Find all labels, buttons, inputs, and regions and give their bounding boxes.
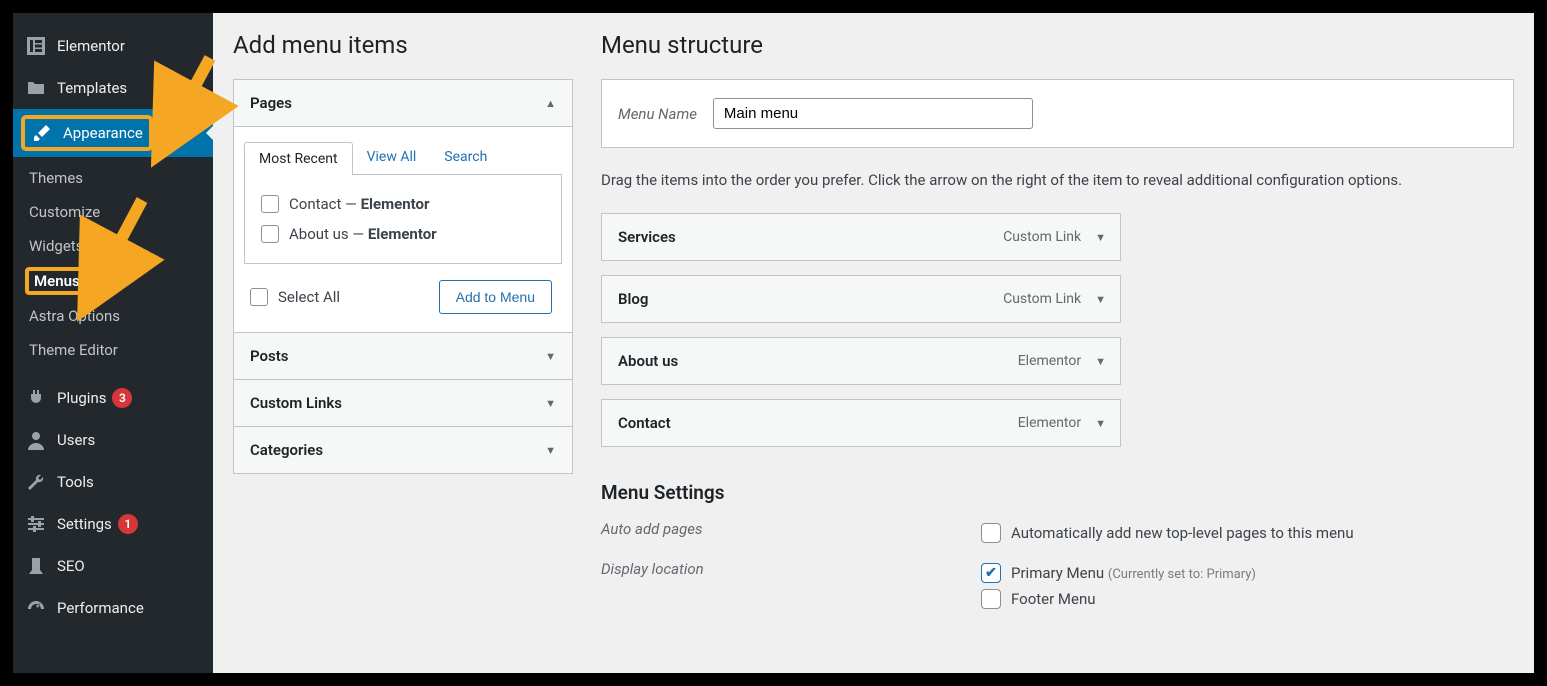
sidebar-item-label: Tools: [57, 473, 94, 491]
sidebar-sub-astra[interactable]: Astra Options: [13, 299, 213, 333]
folder-icon: [25, 77, 47, 99]
accordion-title: Pages: [250, 94, 292, 112]
menu-name-input[interactable]: [713, 98, 1033, 129]
menu-item-contact[interactable]: Contact Elementor ▼: [601, 399, 1121, 447]
sidebar-item-plugins[interactable]: Plugins 3: [13, 377, 213, 419]
elementor-icon: [25, 35, 47, 57]
menu-item-blog[interactable]: Blog Custom Link ▼: [601, 275, 1121, 323]
footer-menu-label: Footer Menu: [1011, 590, 1096, 608]
page-item-about-us[interactable]: About us — Elementor: [257, 219, 549, 249]
sidebar-item-label: SEO: [57, 557, 85, 575]
primary-menu-note: (Currently set to: Primary): [1108, 567, 1256, 582]
sidebar-item-label: Users: [57, 431, 95, 449]
admin-sidebar: Elementor Templates Appearance Themes Cu…: [13, 13, 213, 673]
accordion-title: Custom Links: [250, 394, 342, 412]
menu-name-row: Menu Name: [601, 79, 1514, 148]
add-menu-accordion: Pages ▲ Most Recent View All Search C: [233, 79, 573, 474]
checkbox-footer-menu[interactable]: [981, 589, 1001, 609]
pages-tabs: Most Recent View All Search: [244, 141, 562, 174]
page-item-contact[interactable]: Contact — Elementor: [257, 189, 549, 219]
menu-settings-title: Menu Settings: [601, 481, 1514, 504]
sidebar-item-label: Elementor: [57, 37, 125, 55]
menu-name-label: Menu Name: [618, 105, 697, 123]
menu-instructions: Drag the items into the order you prefer…: [601, 170, 1514, 191]
sidebar-item-users[interactable]: Users: [13, 419, 213, 461]
pages-tab-panel: Contact — Elementor About us — Elementor: [244, 174, 562, 264]
tab-most-recent[interactable]: Most Recent: [244, 142, 353, 175]
add-menu-items-column: Add menu items Pages ▲ Most Recent View …: [233, 31, 573, 655]
menu-item-services[interactable]: Services Custom Link ▼: [601, 213, 1121, 261]
menu-item-type: Elementor: [1018, 353, 1081, 369]
tab-search[interactable]: Search: [430, 141, 501, 174]
chevron-down-icon: ▼: [545, 350, 556, 363]
settings-row-auto-add: Auto add pages Automatically add new top…: [601, 520, 1514, 546]
user-icon: [25, 429, 47, 451]
wrench-icon: [25, 471, 47, 493]
menu-structure-title: Menu structure: [601, 31, 1514, 59]
gauge-icon: [25, 597, 47, 619]
chevron-down-icon[interactable]: ▼: [1095, 417, 1106, 430]
menu-item-type: Custom Link: [1003, 229, 1081, 245]
select-all-label: Select All: [278, 288, 340, 306]
sidebar-item-label: Templates: [57, 79, 127, 97]
primary-menu-label: Primary Menu: [1011, 564, 1104, 582]
sidebar-item-label: Plugins: [57, 389, 106, 407]
chevron-down-icon[interactable]: ▼: [1095, 355, 1106, 368]
chevron-down-icon: ▼: [545, 397, 556, 410]
checkbox-primary-menu[interactable]: [981, 563, 1001, 583]
sidebar-item-appearance[interactable]: Appearance: [13, 109, 213, 157]
sidebar-item-seo[interactable]: SEO: [13, 545, 213, 587]
brush-icon: [31, 122, 53, 144]
menu-item-about-us[interactable]: About us Elementor ▼: [601, 337, 1121, 385]
sidebar-item-settings[interactable]: Settings 1: [13, 503, 213, 545]
chevron-down-icon: ▼: [545, 444, 556, 457]
accordion-header-pages[interactable]: Pages ▲: [234, 80, 572, 126]
checkbox-select-all[interactable]: [250, 288, 268, 306]
sidebar-item-tools[interactable]: Tools: [13, 461, 213, 503]
sidebar-sub-themes[interactable]: Themes: [13, 161, 213, 195]
accordion-header-custom-links[interactable]: Custom Links ▼: [234, 379, 572, 426]
accordion-title: Posts: [250, 347, 288, 365]
menu-item-type: Custom Link: [1003, 291, 1081, 307]
add-menu-items-title: Add menu items: [233, 31, 573, 59]
menu-structure-column: Menu structure Menu Name Drag the items …: [601, 31, 1514, 655]
sidebar-item-templates[interactable]: Templates: [13, 67, 213, 109]
settings-row-display-location: Display location Primary Menu (Currently…: [601, 560, 1514, 612]
pages-footer: Select All Add to Menu: [244, 264, 562, 318]
auto-add-label: Auto add pages: [601, 520, 981, 538]
sidebar-sub-theme-editor[interactable]: Theme Editor: [13, 333, 213, 367]
accordion-body-pages: Most Recent View All Search Contact — El…: [234, 126, 572, 332]
plug-icon: [25, 387, 47, 409]
plugins-badge: 3: [112, 388, 132, 408]
sidebar-sub-widgets[interactable]: Widgets: [13, 229, 213, 263]
checkbox-about-us[interactable]: [261, 225, 279, 243]
settings-badge: 1: [118, 514, 138, 534]
sidebar-item-elementor[interactable]: Elementor: [13, 25, 213, 67]
accordion-header-categories[interactable]: Categories ▼: [234, 426, 572, 473]
chevron-down-icon[interactable]: ▼: [1095, 231, 1106, 244]
sliders-icon: [25, 513, 47, 535]
add-to-menu-button[interactable]: Add to Menu: [439, 280, 552, 314]
menu-items-list: Services Custom Link ▼ Blog Custom Link …: [601, 213, 1514, 447]
main-content: Add menu items Pages ▲ Most Recent View …: [213, 13, 1534, 673]
auto-add-option: Automatically add new top-level pages to…: [1011, 524, 1354, 542]
sidebar-item-performance[interactable]: Performance: [13, 587, 213, 629]
seo-icon: [25, 555, 47, 577]
sidebar-sub-menus[interactable]: Menus: [13, 263, 213, 299]
sidebar-submenu-appearance: Themes Customize Widgets Menus Astra Opt…: [13, 157, 213, 377]
accordion-title: Categories: [250, 441, 323, 459]
menu-item-type: Elementor: [1018, 415, 1081, 431]
checkbox-contact[interactable]: [261, 195, 279, 213]
chevron-down-icon[interactable]: ▼: [1095, 293, 1106, 306]
sidebar-item-label: Settings: [57, 515, 112, 533]
sidebar-sub-customize[interactable]: Customize: [13, 195, 213, 229]
display-location-label: Display location: [601, 560, 981, 578]
checkbox-auto-add[interactable]: [981, 523, 1001, 543]
tab-view-all[interactable]: View All: [353, 141, 431, 174]
chevron-up-icon: ▲: [545, 97, 556, 110]
sidebar-item-label: Performance: [57, 599, 144, 617]
accordion-header-posts[interactable]: Posts ▼: [234, 332, 572, 379]
sidebar-item-label: Appearance: [63, 124, 143, 142]
